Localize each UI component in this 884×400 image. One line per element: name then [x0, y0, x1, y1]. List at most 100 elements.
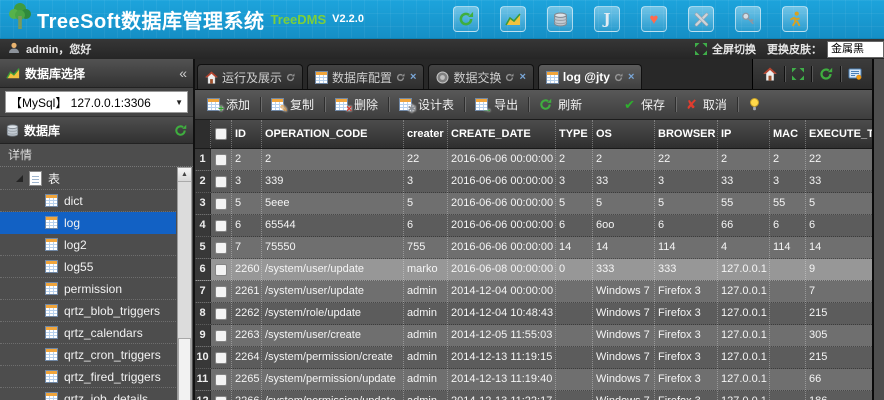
column-header-MAC[interactable]: MAC	[770, 120, 806, 148]
tab-log @jty[interactable]: log @jty ×	[538, 64, 642, 89]
letter-j-button[interactable]: J	[594, 6, 620, 32]
cross-icon: ✘	[686, 98, 697, 111]
tab-close-icon[interactable]: ×	[519, 71, 525, 83]
table-row[interactable]: 466554462016-06-06 00:00:0066oo66666	[195, 215, 872, 237]
row-checkbox[interactable]	[215, 286, 227, 298]
tree-expander-icon[interactable]	[16, 175, 23, 182]
column-header-ID[interactable]: ID	[232, 120, 262, 148]
cancel-button[interactable]: ✘取消	[678, 90, 735, 119]
tab-close-icon[interactable]: ×	[410, 71, 416, 83]
home-button[interactable]	[756, 59, 784, 89]
row-checkbox[interactable]	[215, 242, 227, 254]
detail-label[interactable]: 详情	[0, 144, 193, 167]
add-button[interactable]: +添加	[199, 90, 258, 119]
export-button[interactable]: →导出	[467, 90, 526, 119]
sidebar-table-item[interactable]: qrtz_fired_triggers	[0, 366, 176, 388]
sidebar-item-label: log2	[64, 238, 87, 252]
column-header-OPERATION_CODE[interactable]: OPERATION_CODE	[262, 120, 404, 148]
right-scroll-strip[interactable]	[872, 59, 884, 400]
refresh-tree-button[interactable]	[174, 124, 187, 137]
cell-ip: 127.0.0.1	[718, 391, 770, 400]
table-row[interactable]: 122266/system/permission/updateadmin2014…	[195, 391, 872, 400]
cell-creater: 6	[404, 215, 448, 236]
column-header-EXECUTE_TIM[interactable]: EXECUTE_TIM	[806, 120, 872, 148]
table-row[interactable]: 62260/system/user/updatemarko2016-06-08 …	[195, 259, 872, 281]
fullscreen-toggle[interactable]: 全屏切换	[712, 41, 756, 57]
row-checkbox[interactable]	[215, 198, 227, 210]
refresh-button[interactable]	[812, 59, 840, 89]
table-row[interactable]: 102264/system/permission/createadmin2014…	[195, 347, 872, 369]
design-button[interactable]: ✱设计表	[391, 90, 462, 119]
column-header-BROWSER[interactable]: BROWSER	[655, 120, 718, 148]
row-checkbox[interactable]	[215, 154, 227, 166]
sidebar-scrollbar[interactable]: ▲	[177, 167, 192, 400]
list-button[interactable]	[841, 59, 869, 89]
tab-close-icon[interactable]: ×	[628, 71, 634, 83]
sidebar-table-item[interactable]: qrtz_cron_triggers	[0, 344, 176, 366]
table-row[interactable]: 355eee52016-06-06 00:00:0055555555	[195, 193, 872, 215]
database-button[interactable]	[547, 6, 573, 32]
copy-button[interactable]: ✎复制	[263, 90, 322, 119]
fullscreen-button[interactable]	[785, 59, 811, 89]
table-row[interactable]: 72261/system/user/updateadmin2014-12-04 …	[195, 281, 872, 303]
table-row[interactable]: 112265/system/permission/updateadmin2014…	[195, 369, 872, 391]
table-row[interactable]: 92263/system/user/createadmin2014-12-05 …	[195, 325, 872, 347]
row-checkbox[interactable]	[215, 264, 227, 276]
table-icon	[45, 238, 58, 251]
key-button[interactable]	[735, 6, 761, 32]
sidebar-table-item[interactable]: dict	[0, 190, 176, 212]
table-row[interactable]: 122222016-06-06 00:00:0022222222	[195, 149, 872, 171]
welcome-text: admin，您好	[26, 41, 91, 57]
collapse-panel-button[interactable]: «	[179, 65, 187, 81]
bulb-button[interactable]	[740, 90, 769, 119]
heart-button[interactable]: ♥	[641, 6, 667, 32]
column-header-OS[interactable]: OS	[593, 120, 655, 148]
row-checkbox[interactable]	[215, 176, 227, 188]
sidebar-table-item[interactable]: qrtz_blob_triggers	[0, 300, 176, 322]
row-checkbox[interactable]	[215, 220, 227, 232]
column-header-TYPE[interactable]: TYPE	[556, 120, 593, 148]
sidebar-table-item[interactable]: log2	[0, 234, 176, 256]
tree-node-tables[interactable]: 表	[0, 167, 176, 190]
sidebar-item-label: log	[64, 216, 80, 230]
sidebar-table-item[interactable]: permission	[0, 278, 176, 300]
tools-button[interactable]	[688, 6, 714, 32]
tab-运行及展示[interactable]: 运行及展示	[197, 64, 303, 89]
tab-refresh-icon[interactable]	[505, 73, 514, 82]
column-header-IP[interactable]: IP	[718, 120, 770, 148]
tab-refresh-icon[interactable]	[286, 73, 295, 82]
row-checkbox[interactable]	[215, 396, 227, 400]
row-checkbox[interactable]	[215, 374, 227, 386]
select-all-checkbox[interactable]	[215, 128, 227, 140]
delete-button[interactable]: ×删除	[327, 90, 386, 119]
cell-os: Windows 7	[593, 369, 655, 390]
tab-refresh-icon[interactable]	[614, 73, 623, 82]
sidebar-table-item[interactable]: qrtz_job_details	[0, 388, 176, 400]
user-run-button[interactable]	[782, 6, 808, 32]
skin-select[interactable]: 金属黑	[827, 41, 884, 58]
row-checkbox[interactable]	[215, 352, 227, 364]
sidebar-table-item[interactable]: log55	[0, 256, 176, 278]
cell-id: 2264	[232, 347, 262, 368]
refresh-button[interactable]: 刷新	[531, 90, 590, 119]
row-checkbox[interactable]	[215, 308, 227, 320]
scroll-thumb[interactable]	[178, 338, 191, 400]
scroll-up-button[interactable]: ▲	[178, 168, 191, 182]
sidebar-table-item[interactable]: qrtz_calendars	[0, 322, 176, 344]
column-header-CREATE_DATE[interactable]: CREATE_DATE	[448, 120, 556, 148]
tab-数据库配置[interactable]: 数据库配置 ×	[307, 64, 424, 89]
row-checkbox[interactable]	[215, 330, 227, 342]
cell-mac: 114	[770, 237, 806, 258]
tab-数据交换[interactable]: 数据交换 ×	[428, 64, 533, 89]
table-icon	[315, 71, 328, 84]
table-row[interactable]: 57755507552016-06-06 00:00:0014141144114…	[195, 237, 872, 259]
refresh-button[interactable]	[453, 6, 479, 32]
table-row[interactable]: 2333932016-06-06 00:00:00333333333	[195, 171, 872, 193]
tab-refresh-icon[interactable]	[396, 73, 405, 82]
sidebar-table-item[interactable]: log	[0, 212, 176, 234]
column-header-creater[interactable]: creater	[404, 120, 448, 148]
chart-button[interactable]	[500, 6, 526, 32]
table-row[interactable]: 82262/system/role/updateadmin2014-12-04 …	[195, 303, 872, 325]
save-button[interactable]: ✔保存	[616, 90, 673, 119]
connection-select[interactable]: 【MySql】 127.0.0.1:3306 ▼	[5, 91, 188, 113]
